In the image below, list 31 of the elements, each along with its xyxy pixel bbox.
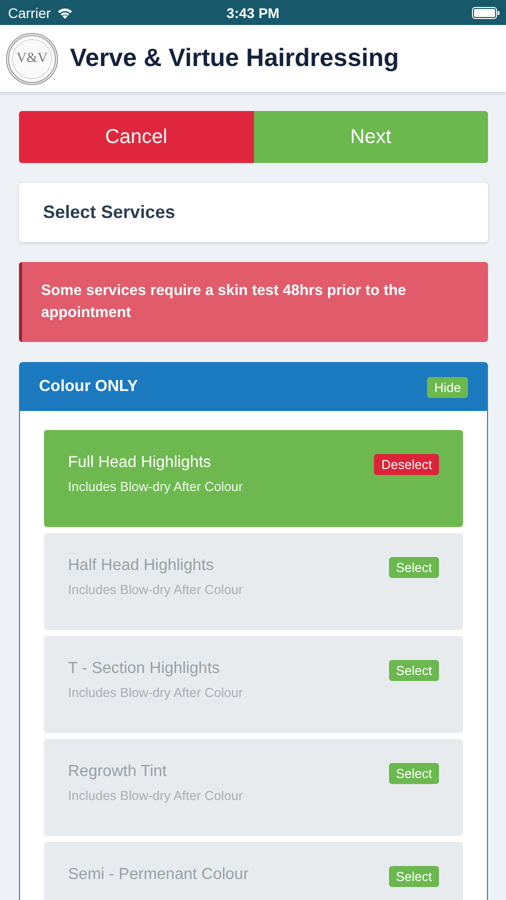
app-title: Verve & Virtue Hairdressing xyxy=(70,44,399,73)
service-name: Half Head Highlights xyxy=(68,557,215,575)
service-name: Full Head Highlights xyxy=(68,454,212,472)
carrier-name: Carrier xyxy=(8,4,51,20)
section-title: Select Services xyxy=(43,202,176,223)
service-item[interactable]: T - Section Highlights Includes Blow-dry After Colour Select xyxy=(44,636,463,733)
select-button[interactable]: Select xyxy=(388,660,439,681)
service-note: Includes Blow-dry After Colour xyxy=(68,788,243,803)
service-item[interactable]: Half Head Highlights Includes Blow-dry After Colour Select xyxy=(44,533,463,630)
service-name: T - Section Highlights xyxy=(68,660,221,678)
select-button[interactable]: Select xyxy=(388,866,439,887)
deselect-button[interactable]: Deselect xyxy=(374,454,439,475)
service-note: Includes Blow-dry After Colour xyxy=(68,582,243,597)
service-name: Semi - Permenant Colour xyxy=(68,866,249,884)
service-item[interactable]: Semi - Permenant Colour Select xyxy=(44,842,463,900)
select-button[interactable]: Select xyxy=(388,557,439,578)
cancel-button[interactable]: Cancel xyxy=(19,111,254,163)
category-title: Colour ONLY xyxy=(39,378,138,396)
next-button[interactable]: Next xyxy=(254,111,488,163)
select-button[interactable]: Select xyxy=(388,763,439,784)
service-note: Includes Blow-dry After Colour xyxy=(68,685,243,700)
hide-button[interactable]: Hide xyxy=(427,376,468,398)
service-item[interactable]: Full Head Highlights Includes Blow-dry After Colour Deselect xyxy=(44,430,463,527)
salon-logo: V&V xyxy=(6,32,58,84)
service-item[interactable]: Regrowth Tint Includes Blow-dry After Colour Select xyxy=(44,739,463,836)
service-note: Includes Blow-dry After Colour xyxy=(68,479,243,494)
alert-message: Some services require a skin test 48hrs prior to the appointment xyxy=(19,262,488,342)
status-time: 3:43 PM xyxy=(226,4,280,20)
wifi-icon xyxy=(56,6,73,18)
service-name: Regrowth Tint xyxy=(68,763,168,781)
battery-icon xyxy=(472,6,500,18)
